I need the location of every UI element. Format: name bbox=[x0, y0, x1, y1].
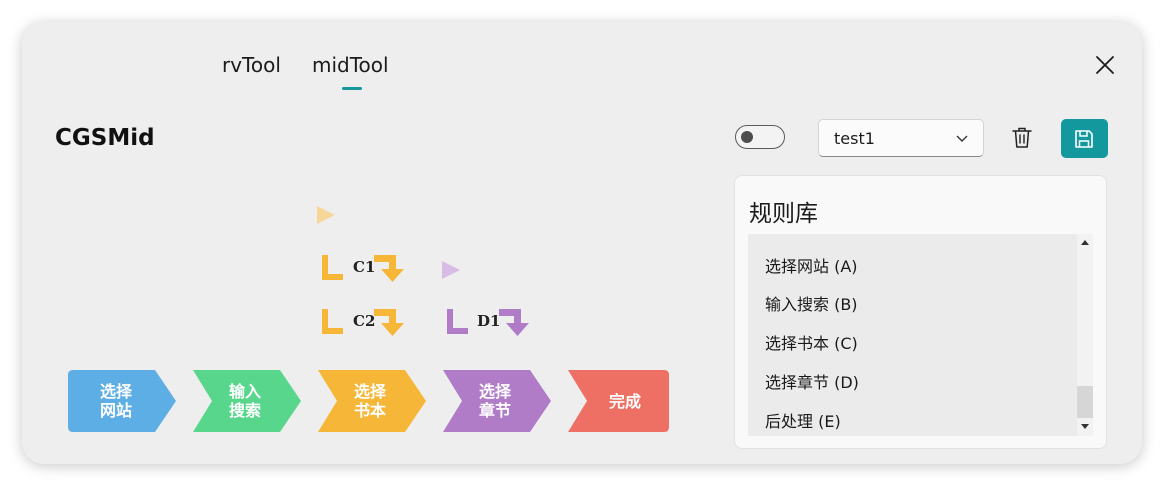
enable-toggle[interactable] bbox=[735, 125, 785, 149]
rules-list: 选择网站 (A) 输入搜索 (B) 选择书本 (C) 选择章节 (D) 后处理 … bbox=[748, 234, 1091, 436]
profile-select-value: test1 bbox=[834, 129, 875, 148]
trash-icon bbox=[1012, 127, 1032, 148]
step-label: 搜索 bbox=[228, 401, 261, 420]
step-finish[interactable]: 完成 bbox=[567, 369, 671, 433]
step-input-search[interactable]: 输入 搜索 bbox=[192, 369, 302, 433]
step-label: 选择 bbox=[353, 382, 386, 401]
rules-item[interactable]: 选择章节 (D) bbox=[765, 369, 859, 393]
node-start-icon[interactable] bbox=[320, 307, 346, 337]
tab-selected-indicator bbox=[342, 87, 362, 90]
step-label: 章节 bbox=[478, 401, 511, 420]
step-select-site[interactable]: 选择 网站 bbox=[67, 369, 177, 433]
app-window: rvTool midTool CGSMid test1 C1 C2 D1 选择 … bbox=[22, 22, 1142, 464]
rules-item[interactable]: 选择网站 (A) bbox=[765, 253, 858, 277]
save-button[interactable] bbox=[1061, 119, 1108, 158]
toggle-knob bbox=[741, 131, 753, 143]
rules-item[interactable]: 后处理 (E) bbox=[765, 408, 841, 432]
close-button[interactable] bbox=[1092, 52, 1118, 78]
node-next-arrow-icon[interactable] bbox=[497, 306, 533, 338]
node-next-arrow-icon[interactable] bbox=[372, 306, 408, 338]
step-select-chapter[interactable]: 选择 章节 bbox=[442, 369, 552, 433]
step-label: 书本 bbox=[353, 401, 386, 420]
chevron-down-icon bbox=[956, 135, 968, 142]
play-marker-icon[interactable] bbox=[316, 205, 336, 225]
save-icon bbox=[1075, 130, 1093, 148]
step-label: 完成 bbox=[608, 391, 641, 411]
play-marker-icon[interactable] bbox=[441, 260, 461, 280]
scroll-up-icon[interactable] bbox=[1080, 237, 1090, 247]
scroll-thumb[interactable] bbox=[1077, 386, 1093, 418]
tab-rvtool[interactable]: rvTool bbox=[222, 53, 281, 77]
rules-item[interactable]: 输入搜索 (B) bbox=[765, 291, 858, 315]
step-label: 网站 bbox=[99, 401, 132, 420]
rules-panel: 规则库 选择网站 (A) 输入搜索 (B) 选择书本 (C) 选择章节 (D) … bbox=[734, 175, 1107, 449]
node-next-arrow-icon[interactable] bbox=[372, 252, 408, 284]
delete-button[interactable] bbox=[1010, 125, 1034, 151]
scroll-down-icon[interactable] bbox=[1080, 422, 1090, 432]
page-title: CGSMid bbox=[55, 125, 155, 151]
rules-scrollbar[interactable] bbox=[1077, 234, 1093, 436]
step-label: 输入 bbox=[228, 382, 261, 401]
step-label: 选择 bbox=[478, 382, 511, 401]
profile-select[interactable]: test1 bbox=[818, 119, 984, 157]
step-label: 选择 bbox=[99, 382, 132, 401]
rules-title: 规则库 bbox=[749, 201, 818, 227]
rules-item[interactable]: 选择书本 (C) bbox=[765, 330, 858, 354]
node-start-icon[interactable] bbox=[445, 307, 471, 337]
step-select-book[interactable]: 选择 书本 bbox=[317, 369, 427, 433]
close-icon bbox=[1096, 56, 1114, 74]
node-start-icon[interactable] bbox=[320, 253, 346, 283]
flow-canvas: C1 C2 D1 选择 网站 输入 搜索 选择 书本 选择 章节 完成 bbox=[22, 172, 722, 464]
tab-midtool[interactable]: midTool bbox=[312, 53, 389, 77]
